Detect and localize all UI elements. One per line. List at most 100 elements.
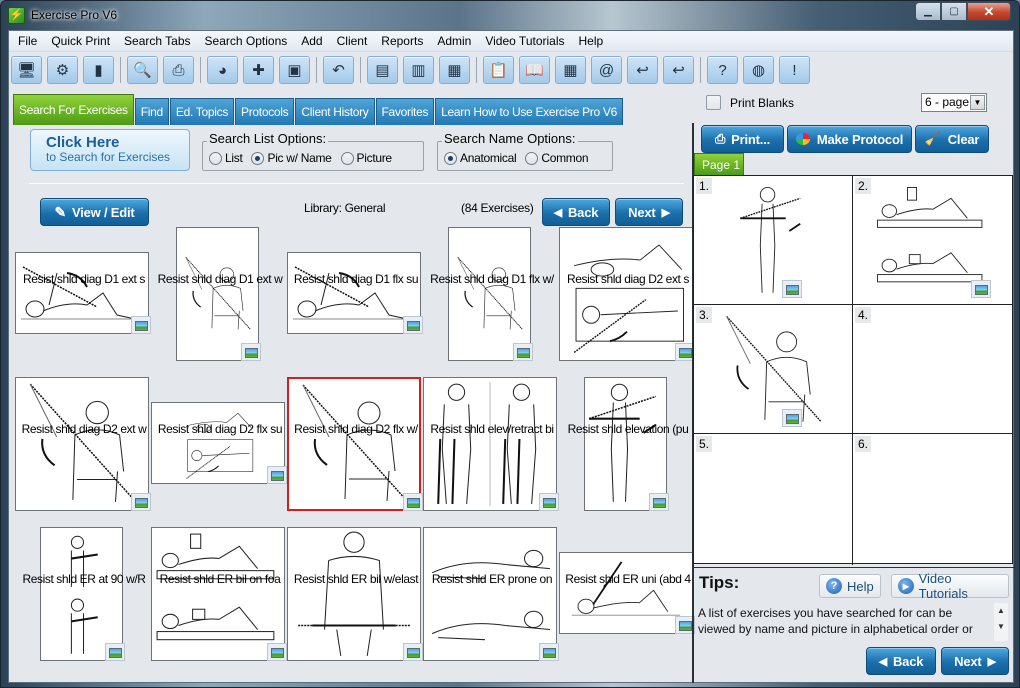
exercise-item[interactable]: Resist shld diag D1 flx su — [286, 136, 426, 334]
toolbar-button-warning[interactable]: ! — [779, 56, 810, 84]
toolbar-button-document-red[interactable]: ▮ — [83, 56, 114, 84]
exercise-name[interactable]: Resist shld ER at 90 w/R — [14, 572, 154, 586]
protocol-slot-2[interactable]: 2. — [853, 176, 1012, 305]
tips-back-button[interactable]: ◀ Back — [866, 647, 936, 675]
toolbar-button-help[interactable]: ? — [707, 56, 738, 84]
exercise-item[interactable]: Resist shld ER uni (abd 4 — [558, 436, 698, 634]
toolbar-button-globe[interactable]: ◍ — [743, 56, 774, 84]
tab-search-for-exercises[interactable]: Search For Exercises — [13, 94, 134, 125]
toolbar-button-monitor[interactable]: 🖥 — [11, 56, 42, 84]
toolbar-button-document-blue[interactable]: ▥ — [403, 56, 434, 84]
exercise-item[interactable]: Resist shld ER bil w/elast — [286, 436, 426, 661]
exercise-name[interactable]: Resist shld diag D2 flx su — [150, 422, 290, 436]
picture-icon[interactable] — [539, 643, 559, 661]
protocol-slot-4[interactable]: 4. — [853, 305, 1012, 434]
protocol-slot-5[interactable]: 5. — [694, 434, 853, 565]
menu-search-tabs[interactable]: Search Tabs — [117, 32, 198, 51]
scroll-down-icon[interactable]: ▼ — [994, 619, 1008, 635]
tab-ed-topics[interactable]: Ed. Topics — [169, 98, 235, 125]
exercise-item[interactable]: Resist shld elevation (pu — [558, 286, 698, 511]
exercise-name[interactable]: Resist shld diag D2 ext w — [14, 422, 154, 436]
exercise-item[interactable]: Resist shld ER bil on foa — [150, 436, 290, 661]
tips-next-button[interactable]: Next ▶ — [941, 647, 1009, 675]
menu-admin[interactable]: Admin — [430, 32, 478, 51]
protocol-slot-3[interactable]: 3. — [694, 305, 853, 434]
toolbar-button-spreadsheet[interactable]: ▦ — [555, 56, 586, 84]
print-blanks-option[interactable]: Print Blanks — [706, 95, 794, 110]
toolbar-button-book[interactable]: 📖 — [519, 56, 550, 84]
menu-client[interactable]: Client — [330, 32, 375, 51]
protocol-slot-image[interactable] — [714, 311, 832, 429]
menu-file[interactable]: File — [11, 32, 44, 51]
exercise-name[interactable]: Resist shld diag D2 ext s — [558, 272, 698, 286]
picture-icon[interactable] — [105, 643, 125, 661]
tips-scrollbar[interactable]: ▲ ▼ — [994, 603, 1008, 641]
exercise-item[interactable]: Resist shld diag D1 ext s — [14, 136, 154, 334]
exercise-name[interactable]: Resist shld ER uni (abd 4 — [558, 572, 698, 586]
exercise-thumbnail[interactable] — [559, 552, 693, 634]
exercise-name[interactable]: Resist shld ER bil w/elast — [286, 572, 426, 586]
toolbar-button-gear[interactable]: ⚙ — [47, 56, 78, 84]
exercise-item[interactable]: Resist shld diag D2 flx w/ — [286, 286, 426, 511]
print-button[interactable]: ⎙ Print... — [701, 125, 784, 153]
picture-icon[interactable] — [267, 643, 287, 661]
page-layout-select[interactable]: 6 - page ▼ — [921, 93, 987, 112]
clear-button[interactable]: 🧹 Clear — [915, 125, 989, 153]
video-tutorials-button[interactable]: ▶ Video Tutorials — [891, 571, 1009, 601]
menu-search-options[interactable]: Search Options — [198, 32, 295, 51]
picture-icon[interactable] — [971, 280, 991, 298]
menu-quick-print[interactable]: Quick Print — [44, 32, 117, 51]
toolbar-button-search[interactable]: 🔍 — [127, 56, 158, 84]
protocol-slot-6[interactable]: 6. — [853, 434, 1012, 565]
menu-video-tutorials[interactable]: Video Tutorials — [478, 32, 571, 51]
exercise-thumbnail[interactable] — [40, 527, 123, 661]
close-button[interactable]: ✕ — [967, 2, 1011, 21]
protocol-slot-image[interactable] — [714, 182, 832, 300]
chevron-down-icon[interactable]: ▼ — [970, 95, 985, 110]
picture-icon[interactable] — [782, 280, 802, 298]
exercise-name[interactable]: Resist shld elevation (pu — [558, 422, 698, 436]
tab-find[interactable]: Find — [134, 98, 169, 125]
help-button[interactable]: ? Help — [819, 574, 881, 598]
exercise-name[interactable]: Resist shld ER prone on — [422, 572, 562, 586]
exercise-name[interactable]: Resist shld diag D2 flx w/ — [286, 422, 426, 436]
toolbar-button-undo-arrow[interactable]: ↶ — [323, 56, 354, 84]
exercise-thumbnail[interactable] — [287, 527, 421, 661]
toolbar-button-printer[interactable]: ⎙ — [163, 56, 194, 84]
exercise-item[interactable]: Resist shld elev/retract bi — [422, 286, 562, 511]
exercise-item[interactable]: Resist shld ER at 90 w/R — [14, 436, 154, 661]
picture-icon[interactable] — [782, 409, 802, 427]
exercise-item[interactable]: Resist shld diag D1 flx w/ — [422, 136, 562, 361]
tab-learn-how-to-use-exercise-pro-v6[interactable]: Learn How to Use Exercise Pro V6 — [435, 98, 623, 125]
toolbar-button-add-green[interactable]: ✚ — [243, 56, 274, 84]
protocol-slot-1[interactable]: 1. — [694, 176, 853, 305]
toolbar-button-clipboard[interactable]: 📋 — [483, 56, 514, 84]
exercise-item[interactable]: Resist shld diag D2 ext s — [558, 136, 698, 361]
exercise-name[interactable]: Resist shld elev/retract bi — [422, 422, 562, 436]
exercise-name[interactable]: Resist shld ER bil on foa — [150, 572, 290, 586]
toolbar-button-reply-yellow[interactable]: ↩ — [627, 56, 658, 84]
toolbar-button-new-window[interactable]: ▣ — [279, 56, 310, 84]
menu-add[interactable]: Add — [294, 32, 329, 51]
exercise-name[interactable]: Resist shld diag D1 flx w/ — [422, 272, 562, 286]
menu-reports[interactable]: Reports — [374, 32, 430, 51]
toolbar-button-reply-red[interactable]: ↩ — [663, 56, 694, 84]
toolbar-button-protocol-bubble[interactable]: ◕ — [207, 56, 238, 84]
minimize-button[interactable]: ▁ — [915, 2, 941, 21]
print-blanks-checkbox[interactable] — [706, 95, 721, 110]
exercise-thumbnail[interactable] — [151, 527, 285, 661]
tab-client-history[interactable]: Client History — [295, 98, 375, 125]
toolbar-button-document-red-lines[interactable]: ▦ — [439, 56, 470, 84]
exercise-thumbnail[interactable] — [423, 527, 557, 661]
exercise-item[interactable]: Resist shld diag D2 ext w — [14, 286, 154, 511]
menu-help[interactable]: Help — [572, 32, 611, 51]
exercise-name[interactable]: Resist shld diag D1 ext s — [14, 272, 154, 286]
tab-protocols[interactable]: Protocols — [235, 98, 295, 125]
maximize-button[interactable]: ▢ — [941, 2, 967, 21]
page-tab-1[interactable]: Page 1 — [694, 153, 744, 175]
toolbar-button-address-book[interactable]: @ — [591, 56, 622, 84]
exercise-name[interactable]: Resist shld diag D1 ext w — [150, 272, 290, 286]
exercise-name[interactable]: Resist shld diag D1 flx su — [286, 272, 426, 286]
picture-icon[interactable] — [403, 643, 423, 661]
exercise-item[interactable]: Resist shld diag D2 flx su — [150, 286, 290, 484]
